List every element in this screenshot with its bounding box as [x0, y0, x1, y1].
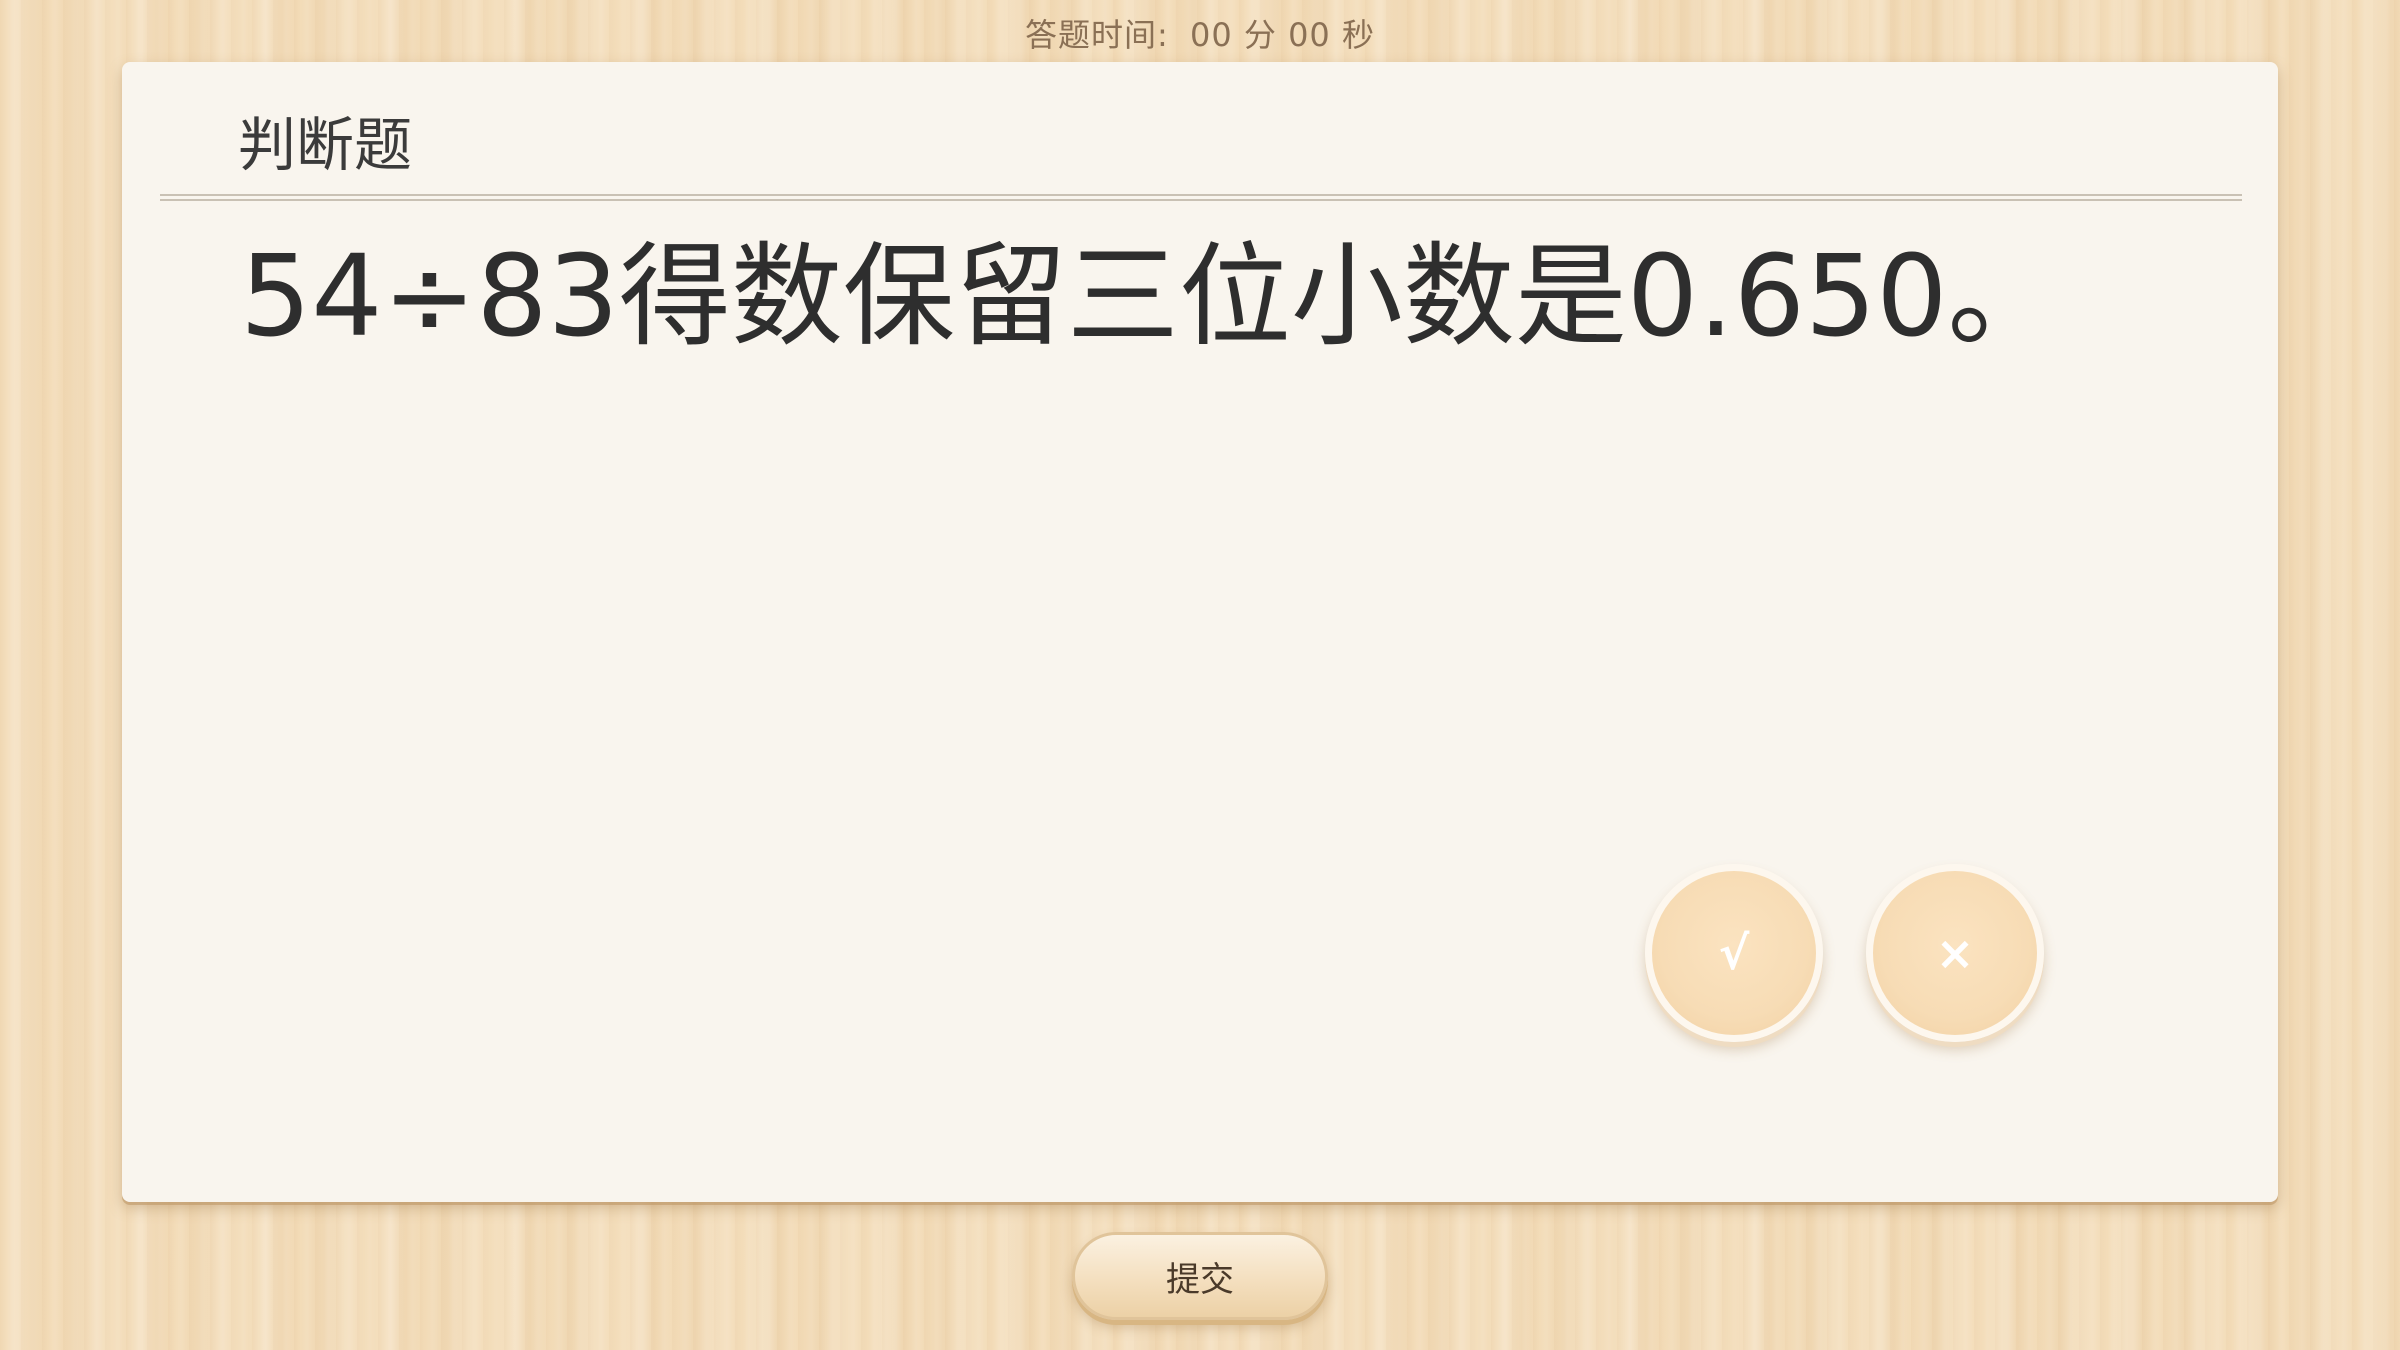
- submit-button[interactable]: 提交: [1072, 1232, 1328, 1320]
- true-button[interactable]: √: [1645, 864, 1823, 1042]
- title-divider: [160, 194, 2242, 201]
- check-icon: √: [1718, 926, 1750, 980]
- timer-minutes: 00: [1189, 16, 1233, 54]
- question-type-title: 判断题: [238, 111, 413, 179]
- timer-minutes-unit: 分: [1243, 16, 1277, 54]
- submit-label: 提交: [1166, 1259, 1234, 1300]
- timer-seconds: 00: [1288, 16, 1331, 54]
- false-button[interactable]: ×: [1866, 864, 2044, 1042]
- answer-timer: 答题时间: 00 分 00 秒: [0, 10, 2400, 56]
- cross-icon: ×: [1935, 926, 1975, 980]
- timer-seconds-unit: 秒: [1341, 16, 1375, 54]
- question-text: 54÷83得数保留三位小数是0.650。: [240, 232, 2060, 362]
- timer-label: 答题时间:: [1025, 16, 1169, 54]
